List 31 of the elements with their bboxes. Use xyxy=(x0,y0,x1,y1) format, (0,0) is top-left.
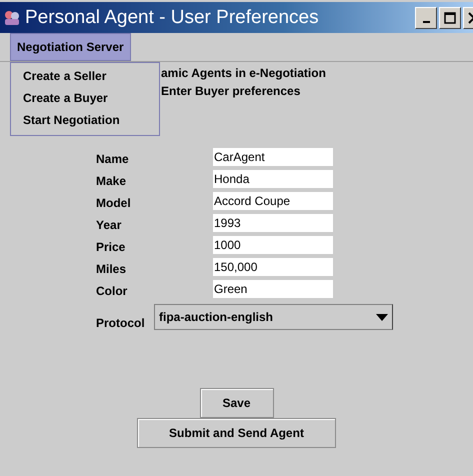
field-label: Price xyxy=(96,240,126,254)
text-field[interactable]: Honda xyxy=(213,170,333,188)
field-label: Year xyxy=(96,218,122,232)
menu-item[interactable]: Create a Seller xyxy=(11,65,159,87)
menu-item[interactable]: Create a Buyer xyxy=(11,87,159,109)
maximize-button[interactable] xyxy=(439,6,461,28)
text-field[interactable]: Green xyxy=(213,280,333,298)
protocol-dropdown[interactable]: fipa-auction-english xyxy=(154,304,393,330)
field-label: Make xyxy=(96,174,128,188)
app-icon xyxy=(3,8,21,26)
text-field[interactable]: 1993 xyxy=(213,214,333,232)
menu-title[interactable]: Negotiation Server xyxy=(10,33,131,61)
text-field[interactable]: Accord Coupe xyxy=(213,192,333,210)
heading-text: amic Agents in e-Negotiation xyxy=(161,66,327,80)
text-field[interactable]: CarAgent xyxy=(213,148,333,166)
field-label: Name xyxy=(96,152,130,166)
dropdown-arrow-icon xyxy=(376,314,388,320)
minimize-button[interactable] xyxy=(415,6,437,28)
field-label: Miles xyxy=(96,262,128,276)
maximize-icon xyxy=(444,12,456,24)
minimize-icon xyxy=(422,20,430,22)
field-label: Color xyxy=(96,284,128,298)
action-button[interactable]: Submit and Send Agent xyxy=(137,418,336,448)
field-label: Protocol xyxy=(96,316,146,330)
text-field[interactable]: 150,000 xyxy=(213,258,333,276)
field-label: Model xyxy=(96,196,132,210)
heading-text: Enter Buyer preferences xyxy=(161,84,302,98)
menu-item[interactable]: Start Negotiation xyxy=(11,109,159,131)
window-title: Personal Agent - User Preferences xyxy=(25,6,320,28)
text-field[interactable]: 1000 xyxy=(213,236,333,254)
action-button[interactable]: Save xyxy=(200,388,274,418)
